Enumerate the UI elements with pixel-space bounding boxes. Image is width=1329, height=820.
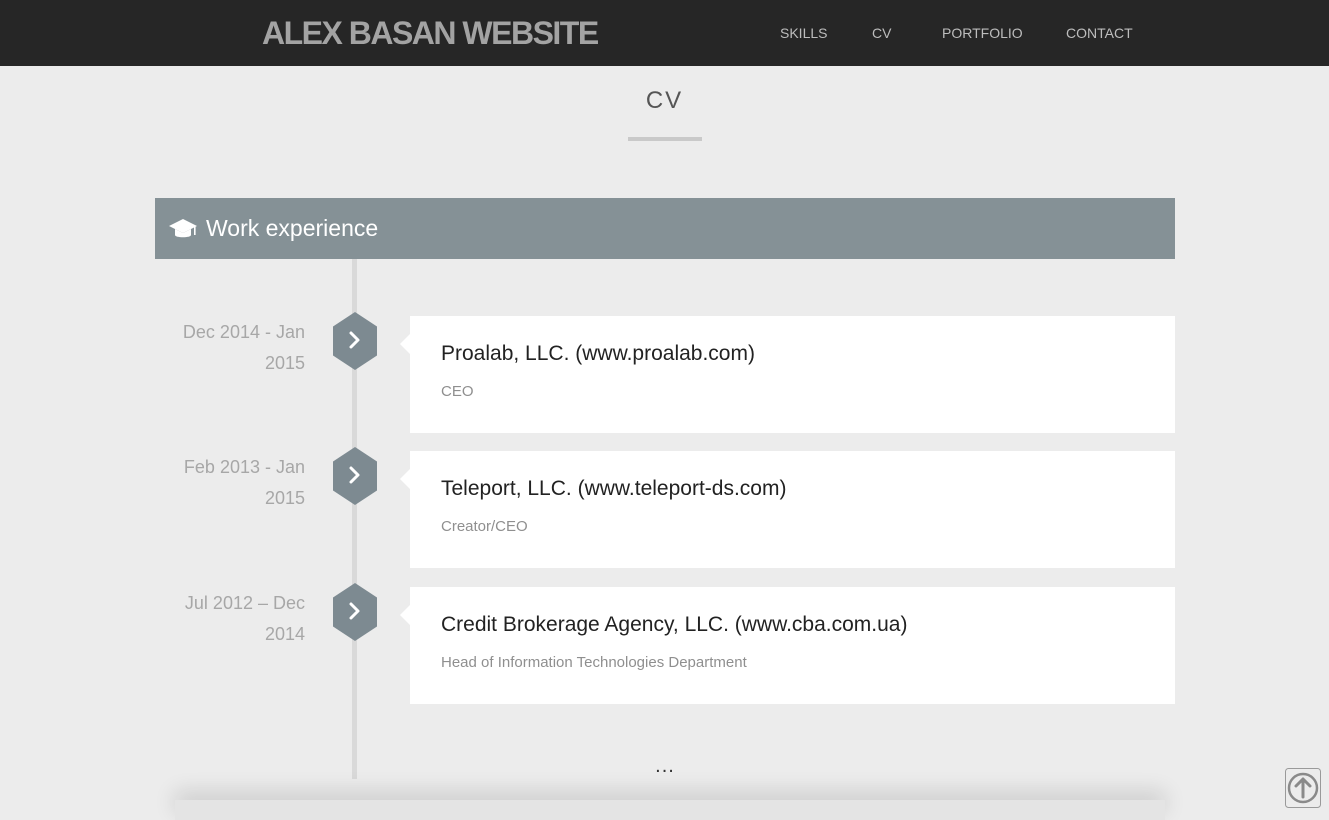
work-experience-header: Work experience: [155, 198, 1175, 259]
job-role: Creator/CEO: [441, 518, 528, 535]
chevron-right-icon: [333, 447, 377, 505]
title-underline: [628, 137, 702, 141]
graduation-cap-icon: [169, 219, 197, 238]
card-pointer: [400, 605, 410, 625]
nav-portfolio[interactable]: PORTFOLIO: [942, 25, 1023, 41]
experience-card: Teleport, LLC. (www.teleport-ds.com) Cre…: [400, 451, 1175, 568]
entry-date-line2: 2015: [264, 353, 305, 373]
job-role: CEO: [441, 383, 474, 400]
company-name: Teleport, LLC. (www.teleport-ds.com): [441, 477, 787, 500]
company-name: Credit Brokerage Agency, LLC. (www.cba.c…: [441, 613, 908, 636]
next-section-edge: [175, 800, 1165, 820]
chevron-right-icon: [333, 312, 377, 370]
work-experience-title: Work experience: [206, 215, 379, 241]
card-pointer: [400, 469, 410, 489]
entry-date: Feb 2013 - Jan 2015: [155, 452, 305, 514]
entry-date-line2: 2014: [264, 624, 305, 644]
entry-date: Jul 2012 – Dec 2014: [155, 588, 305, 650]
experience-card: Proalab, LLC. (www.proalab.com) CEO: [400, 316, 1175, 433]
site-brand[interactable]: ALEX BASAN WEBSITE: [262, 14, 599, 52]
nav-contact[interactable]: CONTACT: [1066, 25, 1133, 41]
experience-card: Credit Brokerage Agency, LLC. (www.cba.c…: [400, 587, 1175, 704]
entry-date-line1: Jul 2012 – Dec: [184, 593, 305, 613]
entry-date-line1: Feb 2013 - Jan 2015: [183, 457, 305, 508]
entry-date-line1: Dec 2014 - Jan: [182, 322, 305, 342]
section-title: CV: [645, 87, 684, 114]
top-navbar: ALEX BASAN WEBSITE SKILLS CV PORTFOLIO C…: [0, 0, 1329, 66]
nav-cv[interactable]: CV: [872, 25, 891, 41]
arrow-up-circle-icon[interactable]: [1285, 768, 1321, 808]
show-more-button[interactable]: ...: [650, 756, 680, 776]
card-pointer: [400, 334, 410, 354]
job-role: Head of Information Technologies Departm…: [441, 654, 747, 671]
entry-date: Dec 2014 - Jan 2015: [155, 317, 305, 379]
nav-skills[interactable]: SKILLS: [780, 25, 827, 41]
company-name: Proalab, LLC. (www.proalab.com): [441, 342, 755, 365]
chevron-right-icon: [333, 583, 377, 641]
